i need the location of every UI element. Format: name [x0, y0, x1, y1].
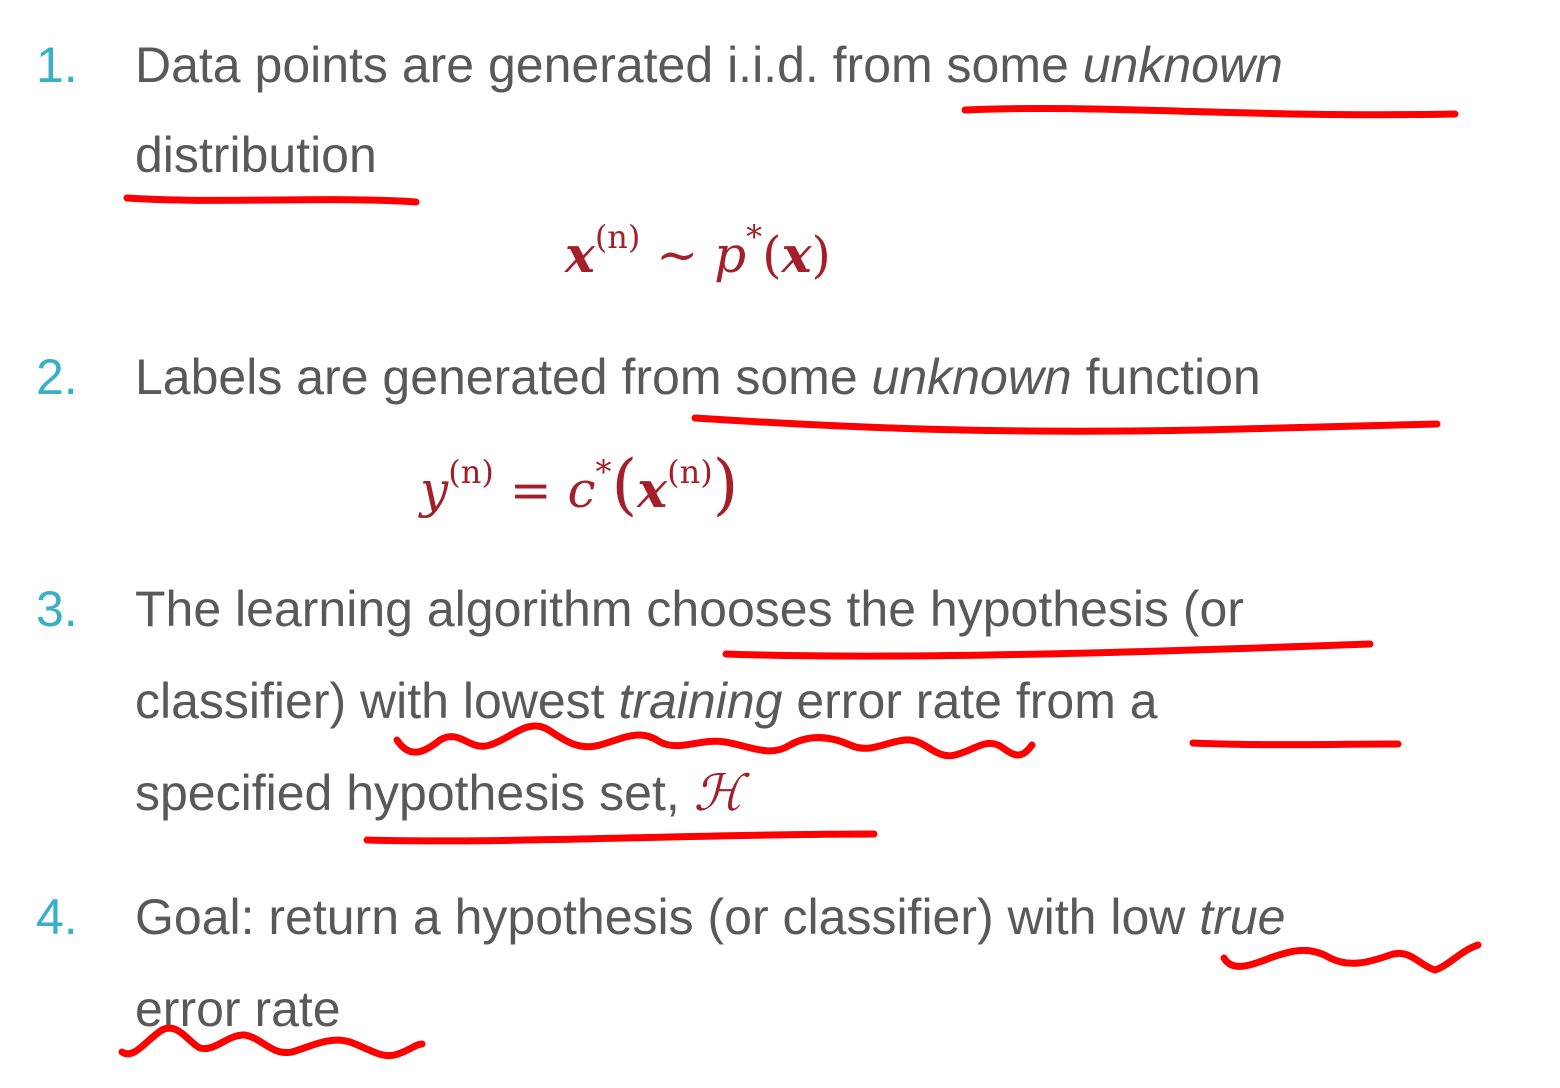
item-2-text: Labels are generated from some: [135, 349, 872, 405]
eq2-close: ): [712, 446, 739, 523]
item-1-emphasis: unknown: [1082, 37, 1283, 93]
eq2-lhs-sup: (n): [448, 453, 494, 491]
eq1-rel: ∼: [640, 226, 715, 284]
item-1-text: Data points are generated i.i.d. from so…: [135, 37, 1083, 93]
eq2-rel: =: [493, 461, 568, 519]
eq1-open: (: [762, 226, 782, 284]
underline-unknown-function: [691, 414, 1441, 435]
item-4-text: Goal: return a hypothesis (or classifier…: [135, 889, 1200, 945]
eq2-open: (: [611, 446, 638, 523]
eq2-arg: x: [637, 460, 668, 519]
eq1-lhs-sup: (n): [594, 218, 641, 256]
item-3-emphasis: training: [618, 673, 783, 729]
eq2-fn-sup: *: [595, 453, 612, 491]
item-3-text: classifier) with lowest: [135, 673, 619, 729]
eq1-lhs-var: x: [565, 225, 595, 284]
eq2-lhs-var: y: [420, 461, 449, 519]
item-2-line-1: Labels are generated from some unknown f…: [135, 352, 1261, 402]
equation-1: x(n) ∼ p*(x): [565, 221, 831, 280]
item-1-number: 1.: [36, 37, 78, 93]
underline-unknown-distribution-b: [123, 194, 420, 206]
item-4-emphasis: true: [1199, 889, 1286, 945]
eq1-fn-sup: *: [746, 218, 763, 256]
underline-from-a: [1189, 739, 1402, 749]
item-3-line-2: classifier) with lowest training error r…: [135, 676, 1158, 726]
eq2-fn: c: [567, 461, 596, 519]
eq1-arg: x: [781, 225, 812, 284]
underline-hypothesis-set: [363, 830, 878, 845]
eq1-fn: p: [714, 226, 747, 284]
item-3-text-end: error rate from a: [782, 673, 1158, 729]
item-2-emphasis: unknown: [871, 349, 1072, 405]
underline-unknown-distribution-a: [961, 104, 1459, 119]
eq1-close: ): [811, 226, 831, 284]
item-4-number: 4.: [36, 889, 78, 945]
item-3-text-set: specified hypothesis set,: [135, 765, 694, 821]
equation-2: y(n) = c*(x(n)): [420, 452, 738, 518]
squiggle-low-true: [1220, 941, 1482, 974]
item-3-line-3: specified hypothesis set, ℋ: [135, 768, 743, 818]
item-4-line-1: Goal: return a hypothesis (or classifier…: [135, 892, 1285, 942]
squiggle-lowest-training: [393, 722, 1036, 760]
item-1-line-1: Data points are generated i.i.d. from so…: [135, 40, 1283, 90]
underline-chooses-hypothesis: [722, 640, 1374, 660]
hypothesis-set-symbol: ℋ: [693, 764, 744, 822]
eq2-arg-sup: (n): [667, 453, 713, 491]
item-2-number: 2.: [36, 349, 78, 405]
item-4-line-2: error rate: [135, 981, 341, 1037]
item-2-text-end: function: [1071, 349, 1261, 405]
item-3-number: 3.: [36, 581, 78, 637]
item-1-line-2: distribution: [135, 127, 377, 183]
item-3-line-1: The learning algorithm chooses the hypot…: [135, 581, 1244, 637]
